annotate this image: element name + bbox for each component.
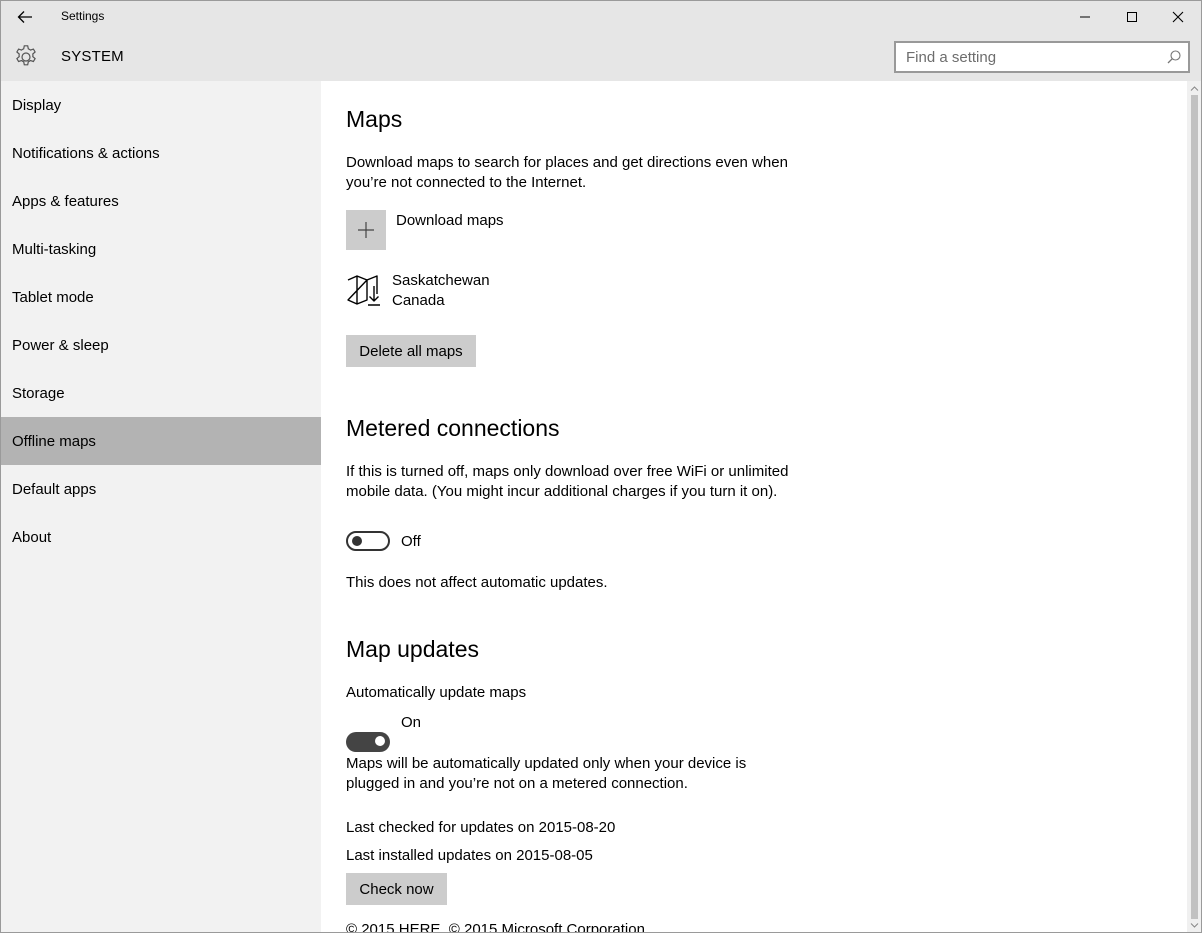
close-button[interactable] — [1155, 1, 1201, 33]
check-now-button[interactable]: Check now — [346, 873, 447, 905]
minimize-icon — [1080, 16, 1090, 18]
sidebar-item-display[interactable]: Display — [1, 81, 321, 129]
metered-toggle-state: Off — [401, 533, 421, 550]
toggle-knob — [352, 536, 362, 546]
maximize-button[interactable] — [1109, 1, 1155, 33]
sidebar-item-offline-maps[interactable]: Offline maps — [1, 417, 321, 465]
scroll-up-icon[interactable] — [1190, 84, 1199, 93]
downloaded-map-region: Saskatchewan — [392, 272, 490, 289]
scroll-down-icon[interactable] — [1190, 921, 1199, 930]
plus-icon — [358, 222, 374, 238]
metered-note: This does not affect automatic updates. — [346, 574, 608, 591]
metered-description: If this is turned off, maps only downloa… — [346, 463, 789, 500]
search-box[interactable] — [894, 41, 1190, 73]
downloaded-map-country: Canada — [392, 292, 445, 309]
toggle-knob — [375, 736, 385, 746]
sidebar-item-default-apps[interactable]: Default apps — [1, 465, 321, 513]
maps-heading: Maps — [346, 106, 403, 132]
copyright-text: © 2015 HERE, © 2015 Microsoft Corporatio… — [346, 921, 645, 933]
last-installed-text: Last installed updates on 2015-08-05 — [346, 847, 593, 864]
last-checked-text: Last checked for updates on 2015-08-20 — [346, 819, 616, 836]
window-title: Settings — [61, 9, 105, 23]
close-icon — [1172, 11, 1184, 23]
content-pane: Maps Download maps to search for places … — [321, 81, 1187, 933]
settings-header: SYSTEM — [1, 33, 1201, 81]
minimize-button[interactable] — [1062, 1, 1108, 33]
sidebar-item-notifications[interactable]: Notifications & actions — [1, 129, 321, 177]
sidebar-item-multi-tasking[interactable]: Multi-tasking — [1, 225, 321, 273]
search-input[interactable] — [896, 43, 1156, 71]
sidebar-item-tablet-mode[interactable]: Tablet mode — [1, 273, 321, 321]
scroll-thumb[interactable] — [1191, 95, 1198, 919]
metered-toggle[interactable] — [346, 531, 390, 551]
download-maps-label[interactable]: Download maps — [396, 211, 504, 231]
search-icon[interactable] — [1166, 49, 1182, 65]
auto-update-label: Automatically update maps — [346, 684, 527, 701]
download-maps-button[interactable] — [346, 210, 386, 250]
auto-update-toggle-state: On — [401, 714, 422, 731]
metered-heading: Metered connections — [346, 415, 560, 441]
back-arrow-icon — [17, 11, 32, 23]
map-updates-heading: Map updates — [346, 636, 479, 662]
settings-window: Settings SYSTEM Find a setting Display N… — [0, 0, 1202, 933]
maximize-icon — [1127, 12, 1137, 22]
gear-icon — [16, 45, 36, 66]
title-bar: Settings — [1, 1, 1201, 33]
sidebar-item-apps-features[interactable]: Apps & features — [1, 177, 321, 225]
sidebar-item-power-sleep[interactable]: Power & sleep — [1, 321, 321, 369]
maps-description: Download maps to search for places and g… — [346, 154, 788, 191]
sidebar-item-about[interactable]: About — [1, 513, 321, 561]
auto-update-toggle[interactable] — [346, 732, 390, 752]
updates-description: Maps will be automatically updated only … — [346, 755, 747, 792]
map-download-icon — [347, 275, 380, 306]
content-scrollbar[interactable] — [1187, 81, 1201, 932]
section-title: SYSTEM — [61, 48, 124, 65]
sidebar-nav: Display Notifications & actions Apps & f… — [1, 81, 321, 932]
sidebar-item-storage[interactable]: Storage — [1, 369, 321, 417]
delete-all-maps-button[interactable]: Delete all maps — [346, 335, 476, 367]
back-button[interactable] — [1, 1, 49, 33]
